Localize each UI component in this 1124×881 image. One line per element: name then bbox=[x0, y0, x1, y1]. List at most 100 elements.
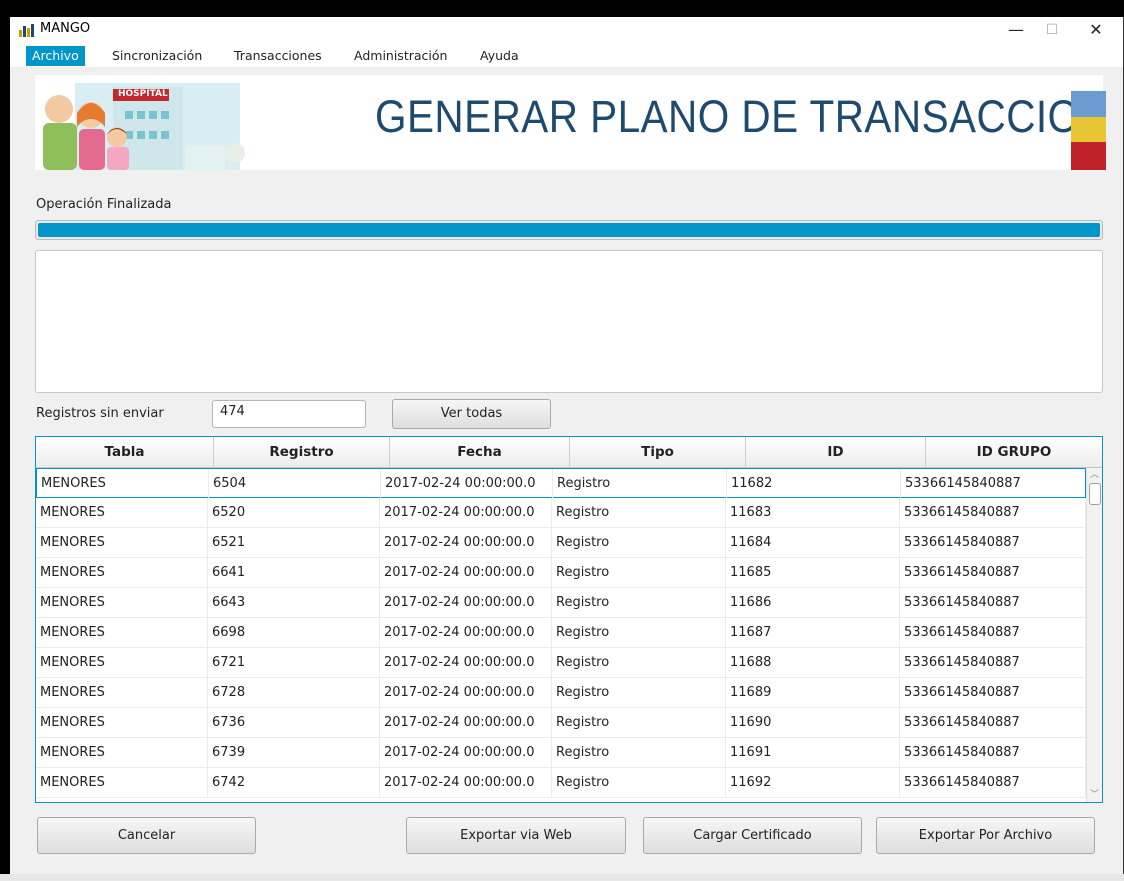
title-bar: MANGO — ☐ ✕ bbox=[10, 17, 1123, 43]
cell-fecha: 2017-02-24 00:00:00.0 bbox=[380, 618, 552, 648]
cell-tabla: MENORES bbox=[36, 498, 208, 528]
column-header-registro[interactable]: Registro bbox=[214, 437, 390, 467]
table-row[interactable]: MENORES 6504 2017-02-24 00:00:00.0 Registro… bbox=[36, 468, 1086, 499]
table-scrollbar[interactable]: ︿ ﹀ bbox=[1086, 468, 1102, 802]
cell-tabla: MENORES bbox=[36, 588, 208, 618]
menu-transacciones[interactable]: Transacciones bbox=[228, 46, 328, 66]
cell-id: 11689 bbox=[726, 678, 900, 708]
table-row[interactable]: MENORES 6728 2017-02-24 00:00:00.0 Registro… bbox=[36, 678, 1086, 708]
maximize-button[interactable]: ☐ bbox=[1034, 17, 1070, 43]
column-header-tabla[interactable]: Tabla bbox=[36, 437, 214, 467]
flag-stripe-red bbox=[1071, 142, 1106, 170]
bar-chart-icon bbox=[19, 24, 34, 37]
close-button[interactable]: ✕ bbox=[1078, 17, 1114, 43]
cell-tipo: Registro bbox=[552, 678, 726, 708]
cell-tipo: Registro bbox=[552, 708, 726, 738]
cell-id-grupo: 53366145840887 bbox=[900, 498, 1086, 528]
cell-fecha: 2017-02-24 00:00:00.0 bbox=[380, 768, 552, 798]
cell-tipo: Registro bbox=[553, 469, 727, 499]
cell-tabla: MENORES bbox=[36, 618, 208, 648]
cell-id-grupo: 53366145840887 bbox=[900, 618, 1086, 648]
cell-fecha: 2017-02-24 00:00:00.0 bbox=[380, 498, 552, 528]
cell-tabla: MENORES bbox=[36, 708, 208, 738]
cell-id: 11683 bbox=[726, 498, 900, 528]
menu-sincronizacion[interactable]: Sincronización bbox=[106, 46, 208, 66]
cell-id: 11692 bbox=[726, 768, 900, 798]
cell-id-grupo: 53366145840887 bbox=[901, 469, 1086, 499]
table-row[interactable]: MENORES 6521 2017-02-24 00:00:00.0 Registro… bbox=[36, 528, 1086, 558]
cell-tabla: MENORES bbox=[36, 768, 208, 798]
cell-id: 11688 bbox=[726, 648, 900, 678]
table-row[interactable]: MENORES 6739 2017-02-24 00:00:00.0 Registro… bbox=[36, 738, 1086, 768]
cell-registro: 6521 bbox=[208, 528, 380, 558]
log-textarea[interactable] bbox=[35, 250, 1103, 393]
cell-registro: 6641 bbox=[208, 558, 380, 588]
menu-archivo[interactable]: Archivo bbox=[26, 46, 85, 66]
menu-ayuda[interactable]: Ayuda bbox=[474, 46, 525, 66]
transactions-table: Tabla Registro Fecha Tipo ID ID GRUPO ME… bbox=[35, 436, 1103, 803]
cell-registro: 6504 bbox=[209, 469, 381, 499]
pending-records-label: Registros sin enviar bbox=[36, 406, 164, 421]
table-row[interactable]: MENORES 6721 2017-02-24 00:00:00.0 Registro… bbox=[36, 648, 1086, 678]
bottom-edge bbox=[0, 874, 1124, 881]
cell-id: 11686 bbox=[726, 588, 900, 618]
scroll-down-icon[interactable]: ﹀ bbox=[1087, 788, 1102, 802]
cell-id: 11682 bbox=[727, 469, 901, 499]
table-row[interactable]: MENORES 6643 2017-02-24 00:00:00.0 Registro… bbox=[36, 588, 1086, 618]
cell-fecha: 2017-02-24 00:00:00.0 bbox=[380, 558, 552, 588]
cell-id-grupo: 53366145840887 bbox=[900, 678, 1086, 708]
menu-administracion[interactable]: Administración bbox=[348, 46, 453, 66]
cell-fecha: 2017-02-24 00:00:00.0 bbox=[380, 678, 552, 708]
cell-tipo: Registro bbox=[552, 498, 726, 528]
cell-registro: 6742 bbox=[208, 768, 380, 798]
cell-tabla: MENORES bbox=[36, 528, 208, 558]
cell-id: 11691 bbox=[726, 738, 900, 768]
header-banner: HOSPITAL GENERAR PLANO DE TRANSACCIONES bbox=[35, 75, 1103, 170]
cell-registro: 6698 bbox=[208, 618, 380, 648]
export-file-button[interactable]: Exportar Por Archivo bbox=[876, 817, 1095, 854]
cell-id-grupo: 53366145840887 bbox=[900, 738, 1086, 768]
cell-id-grupo: 53366145840887 bbox=[900, 558, 1086, 588]
cell-tabla: MENORES bbox=[36, 558, 208, 588]
view-all-button[interactable]: Ver todas bbox=[392, 399, 551, 429]
cell-id-grupo: 53366145840887 bbox=[900, 528, 1086, 558]
cell-tipo: Registro bbox=[552, 648, 726, 678]
menu-bar: Archivo Sincronización Transacciones Adm… bbox=[10, 43, 1123, 67]
hospital-sign-text: HOSPITAL bbox=[118, 89, 168, 99]
scroll-up-icon[interactable]: ︿ bbox=[1087, 468, 1102, 482]
table-row[interactable]: MENORES 6742 2017-02-24 00:00:00.0 Registro… bbox=[36, 768, 1086, 798]
cell-tipo: Registro bbox=[552, 618, 726, 648]
table-body: MENORES 6504 2017-02-24 00:00:00.0 Registro… bbox=[36, 468, 1086, 802]
cell-id: 11687 bbox=[726, 618, 900, 648]
cell-tabla: MENORES bbox=[36, 648, 208, 678]
table-row[interactable]: MENORES 6736 2017-02-24 00:00:00.0 Registro… bbox=[36, 708, 1086, 738]
pending-records-field[interactable]: 474 bbox=[212, 400, 366, 428]
cell-tipo: Registro bbox=[552, 558, 726, 588]
cell-id-grupo: 53366145840887 bbox=[900, 708, 1086, 738]
cell-registro: 6739 bbox=[208, 738, 380, 768]
cancel-button[interactable]: Cancelar bbox=[37, 817, 256, 854]
table-header: Tabla Registro Fecha Tipo ID ID GRUPO bbox=[36, 437, 1102, 468]
cell-fecha: 2017-02-24 00:00:00.0 bbox=[380, 648, 552, 678]
cell-registro: 6736 bbox=[208, 708, 380, 738]
cell-tipo: Registro bbox=[552, 738, 726, 768]
column-header-id[interactable]: ID bbox=[746, 437, 926, 467]
scroll-thumb[interactable] bbox=[1089, 483, 1101, 505]
table-row[interactable]: MENORES 6520 2017-02-24 00:00:00.0 Registro… bbox=[36, 498, 1086, 528]
export-web-button[interactable]: Exportar via Web bbox=[406, 817, 626, 854]
cell-registro: 6643 bbox=[208, 588, 380, 618]
column-header-fecha[interactable]: Fecha bbox=[390, 437, 570, 467]
cell-tipo: Registro bbox=[552, 768, 726, 798]
column-header-tipo[interactable]: Tipo bbox=[570, 437, 746, 467]
table-row[interactable]: MENORES 6698 2017-02-24 00:00:00.0 Registro… bbox=[36, 618, 1086, 648]
minimize-button[interactable]: — bbox=[998, 17, 1034, 43]
column-header-id-grupo[interactable]: ID GRUPO bbox=[926, 437, 1102, 467]
flag-stripe-yellow bbox=[1071, 117, 1106, 142]
cell-id: 11684 bbox=[726, 528, 900, 558]
table-row[interactable]: MENORES 6641 2017-02-24 00:00:00.0 Registro… bbox=[36, 558, 1086, 588]
cell-id-grupo: 53366145840887 bbox=[900, 648, 1086, 678]
cell-id-grupo: 53366145840887 bbox=[900, 588, 1086, 618]
cell-fecha: 2017-02-24 00:00:00.0 bbox=[381, 469, 553, 499]
load-certificate-button[interactable]: Cargar Certificado bbox=[643, 817, 862, 854]
cell-tipo: Registro bbox=[552, 588, 726, 618]
